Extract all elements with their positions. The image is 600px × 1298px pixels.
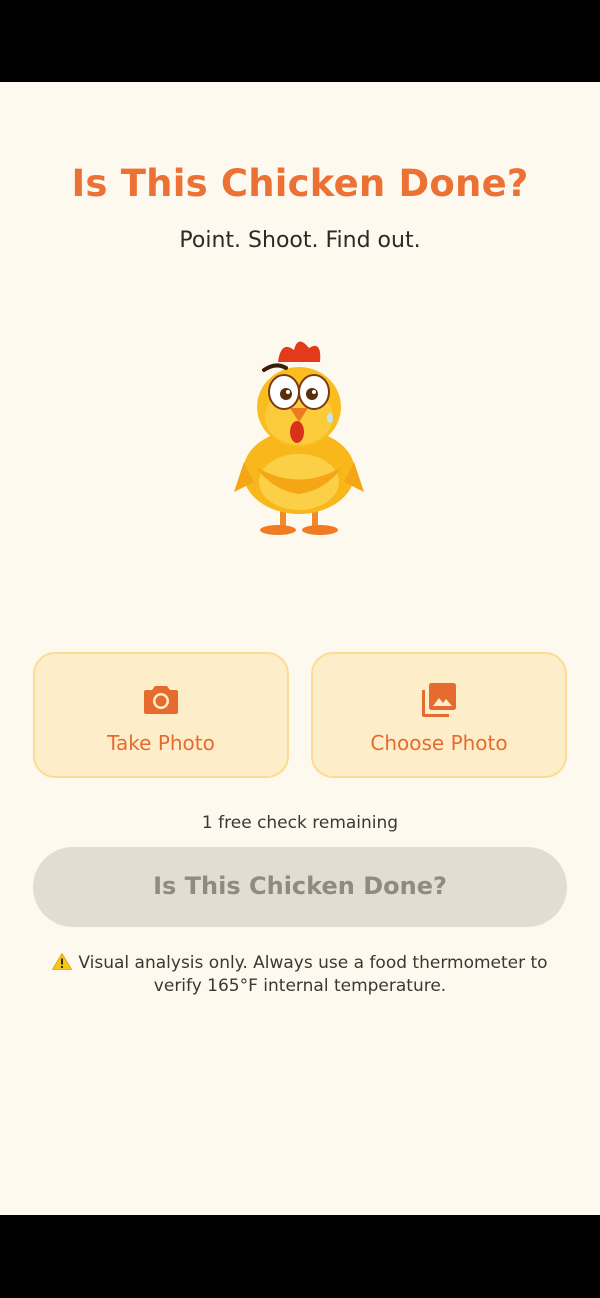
page-title: Is This Chicken Done? — [71, 162, 529, 205]
camera-icon — [144, 686, 178, 714]
app-screen: Is This Chicken Done? Point. Shoot. Find… — [0, 82, 600, 1215]
free-checks-remaining: 1 free check remaining — [201, 813, 399, 833]
warning-icon — [52, 953, 73, 970]
take-photo-button[interactable]: Take Photo — [33, 652, 289, 778]
status-bar — [0, 0, 600, 82]
take-photo-label: Take Photo — [107, 731, 215, 755]
chicken-mascot-icon — [234, 341, 364, 535]
choose-photo-label: Choose Photo — [370, 731, 508, 755]
navigation-bar — [0, 1215, 600, 1298]
gallery-icon — [422, 683, 456, 717]
page-subtitle: Point. Shoot. Find out. — [179, 228, 421, 253]
check-chicken-button[interactable]: Is This Chicken Done? — [33, 847, 567, 927]
check-chicken-label: Is This Chicken Done? — [153, 872, 447, 900]
disclaimer: Visual analysis only. Always use a food … — [40, 952, 560, 998]
disclaimer-text: Visual analysis only. Always use a food … — [78, 953, 548, 996]
choose-photo-button[interactable]: Choose Photo — [311, 652, 567, 778]
